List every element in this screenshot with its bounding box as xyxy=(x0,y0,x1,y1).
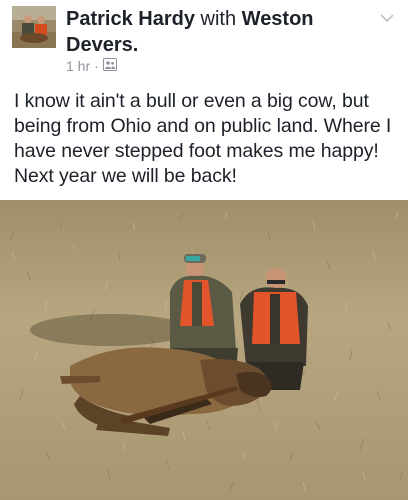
author-avatar[interactable] xyxy=(12,6,56,48)
author-name[interactable]: Patrick Hardy xyxy=(66,8,195,30)
post-text: I know it ain't a bull or even a big cow… xyxy=(14,90,392,187)
post-photo[interactable] xyxy=(0,200,408,500)
post-meta: 1 hr · xyxy=(66,58,117,74)
post-header: Patrick Hardy with Weston Devers. 1 hr · xyxy=(0,0,408,84)
chevron-down-icon[interactable] xyxy=(380,10,394,23)
tagged-period: . xyxy=(132,34,139,56)
facebook-post: Patrick Hardy with Weston Devers. 1 hr · xyxy=(0,0,408,500)
with-label: with xyxy=(200,8,237,30)
post-timestamp[interactable]: 1 hr xyxy=(66,58,90,74)
meta-separator: · xyxy=(94,58,99,74)
friends-list-icon[interactable] xyxy=(102,58,117,74)
post-author-line: Patrick Hardy with Weston Devers. xyxy=(66,6,366,58)
